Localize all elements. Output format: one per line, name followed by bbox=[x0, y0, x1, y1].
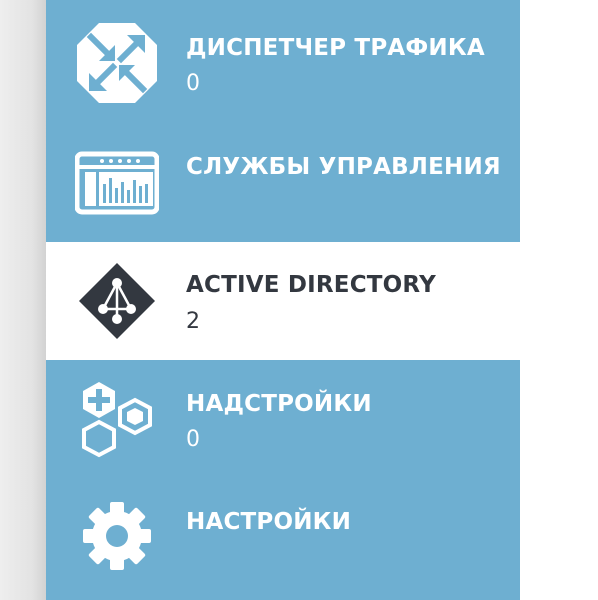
sidebar-item-count: 0 bbox=[186, 71, 200, 96]
management-services-icon bbox=[75, 140, 159, 224]
sidebar-item-title: СЛУЖБЫ УПРАВЛЕНИЯ bbox=[186, 154, 501, 180]
sidebar-item-title: ДИСПЕТЧЕР ТРАФИКА bbox=[186, 35, 485, 61]
sidebar-item-settings[interactable]: НАСТРОЙКИ bbox=[46, 478, 520, 596]
portal-viewport: ДИСПЕТЧЕР ТРАФИКА 0 СЛУЖБЫ УПРАВЛЕНИЯ AC… bbox=[0, 0, 598, 600]
add-ons-icon bbox=[75, 376, 159, 460]
sidebar-item-add-ons[interactable]: НАДСТРОЙКИ 0 bbox=[46, 360, 520, 478]
sidebar-nav: ДИСПЕТЧЕР ТРАФИКА 0 СЛУЖБЫ УПРАВЛЕНИЯ AC… bbox=[46, 0, 520, 600]
sidebar-item-active-directory[interactable]: ACTIVE DIRECTORY 2 bbox=[46, 242, 520, 360]
sidebar-item-management-services[interactable]: СЛУЖБЫ УПРАВЛЕНИЯ bbox=[46, 118, 520, 236]
sidebar-item-traffic-manager[interactable]: ДИСПЕТЧЕР ТРАФИКА 0 bbox=[46, 0, 520, 118]
sidebar-item-title: НАДСТРОЙКИ bbox=[186, 391, 372, 417]
traffic-manager-icon bbox=[75, 21, 159, 105]
sidebar-item-count: 0 bbox=[186, 427, 200, 452]
sidebar-item-title: НАСТРОЙКИ bbox=[186, 509, 352, 535]
active-directory-icon bbox=[75, 259, 159, 343]
gear-icon bbox=[75, 494, 159, 578]
sidebar-item-title: ACTIVE DIRECTORY bbox=[186, 272, 436, 298]
sidebar-item-count: 2 bbox=[186, 309, 200, 334]
left-gutter bbox=[0, 0, 46, 600]
